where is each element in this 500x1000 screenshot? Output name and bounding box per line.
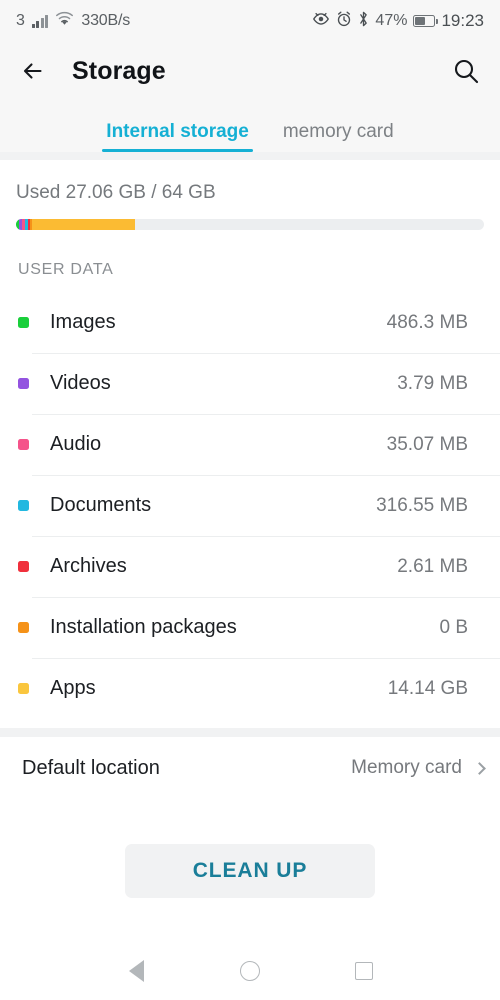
navigation-bar xyxy=(0,942,500,1000)
signal-bars-icon xyxy=(31,14,49,28)
back-arrow-icon[interactable] xyxy=(20,56,50,86)
category-size: 35.07 MB xyxy=(386,433,468,455)
tab-internal-storage[interactable]: Internal storage xyxy=(102,121,253,152)
usage-summary-text: Used 27.06 GB / 64 GB xyxy=(16,182,216,203)
status-bar-clock: 19:23 xyxy=(441,11,484,30)
wifi-icon xyxy=(55,11,74,31)
category-color-dot xyxy=(18,439,29,450)
default-location-label: Default location xyxy=(22,756,160,779)
nav-recents-icon[interactable] xyxy=(351,958,377,984)
chevron-right-icon xyxy=(473,761,486,775)
status-bar: 3 330B/s 47% 19:23 xyxy=(0,0,500,42)
default-location-value: Memory card xyxy=(351,757,462,778)
user-data-row[interactable]: Archives 2.61 MB xyxy=(0,536,500,597)
category-color-dot xyxy=(18,561,29,572)
category-size: 316.55 MB xyxy=(376,494,468,516)
user-data-row[interactable]: Documents 316.55 MB xyxy=(0,475,500,536)
category-size: 3.79 MB xyxy=(397,372,468,394)
category-color-dot xyxy=(18,683,29,694)
usage-summary-block: Used 27.06 GB / 64 GB xyxy=(0,160,500,230)
storage-usage-bar xyxy=(16,219,484,230)
user-data-row[interactable]: Installation packages 0 B xyxy=(0,597,500,658)
clean-up-button[interactable]: CLEAN UP xyxy=(125,843,375,898)
status-bar-left: 3 330B/s xyxy=(16,11,130,31)
category-label: Audio xyxy=(50,433,102,455)
category-label: Archives xyxy=(50,555,127,577)
storage-tabs: Internal storage memory card xyxy=(0,100,500,152)
category-label: Videos xyxy=(50,372,111,394)
category-label: Images xyxy=(50,311,116,333)
category-label: Installation packages xyxy=(50,616,237,638)
category-label: Apps xyxy=(50,677,96,699)
eye-comfort-icon xyxy=(312,11,330,31)
tab-memory-card[interactable]: memory card xyxy=(283,121,394,152)
section-divider-band xyxy=(0,728,500,737)
status-bar-right: 47% 19:23 xyxy=(312,11,484,32)
user-data-row[interactable]: Apps 14.14 GB xyxy=(0,658,500,719)
nav-back-icon[interactable] xyxy=(123,958,149,984)
alarm-clock-icon xyxy=(336,11,352,32)
user-data-row[interactable]: Images 486.3 MB xyxy=(0,292,484,353)
category-label: Documents xyxy=(50,494,152,516)
cleanup-area: CLEAN UP xyxy=(0,799,500,942)
search-icon[interactable] xyxy=(452,57,480,85)
user-data-list: Images 486.3 MB Videos 3.79 MB Audio 35.07 MB… xyxy=(0,292,500,719)
category-color-dot xyxy=(18,317,29,328)
user-data-row[interactable]: Videos 3.79 MB xyxy=(0,353,500,414)
usage-bar-segment xyxy=(32,219,136,230)
storage-settings-screen: 3 330B/s 47% 19:23 Storage Internal stor… xyxy=(0,0,500,1000)
tabs-divider xyxy=(0,152,500,160)
category-color-dot xyxy=(18,500,29,511)
user-data-section-header: USER DATA xyxy=(18,261,114,278)
battery-percent: 47% xyxy=(375,12,408,29)
network-speed: 330B/s xyxy=(81,12,131,29)
category-size: 2.61 MB xyxy=(397,555,468,577)
page-title: Storage xyxy=(72,56,166,85)
user-data-row[interactable]: Audio 35.07 MB xyxy=(0,414,500,475)
battery-icon xyxy=(413,15,439,27)
toolbar: Storage xyxy=(0,42,500,100)
nav-home-icon[interactable] xyxy=(237,958,263,984)
category-color-dot xyxy=(18,378,29,389)
category-color-dot xyxy=(18,622,29,633)
default-location-row[interactable]: Default location Memory card xyxy=(0,737,500,799)
sim-label: 3 xyxy=(16,12,25,29)
category-size: 0 B xyxy=(439,616,468,638)
category-size: 486.3 MB xyxy=(386,311,468,333)
bluetooth-icon xyxy=(358,11,369,32)
category-size: 14.14 GB xyxy=(387,677,468,699)
